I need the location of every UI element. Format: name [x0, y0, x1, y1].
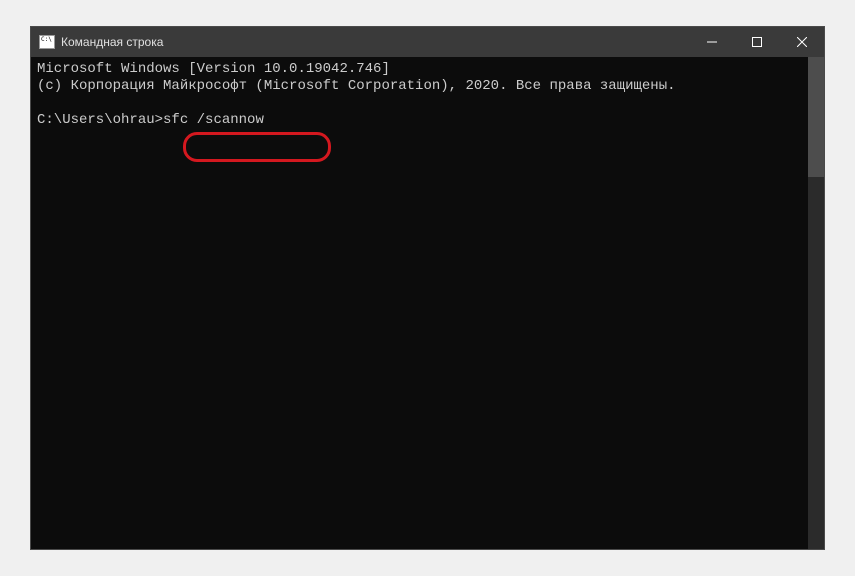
terminal-output[interactable]: Microsoft Windows [Version 10.0.19042.74…	[31, 57, 808, 549]
titlebar[interactable]: Командная строка	[31, 27, 824, 57]
copyright-line: (c) Корпорация Майкрософт (Microsoft Cor…	[37, 78, 676, 94]
vertical-scrollbar[interactable]	[808, 57, 824, 549]
cmd-icon	[39, 35, 55, 49]
version-line: Microsoft Windows [Version 10.0.19042.74…	[37, 61, 390, 77]
typed-command: sfc /scannow	[163, 112, 264, 128]
minimize-button[interactable]	[689, 27, 734, 57]
prompt: C:\Users\ohrau>	[37, 112, 163, 128]
maximize-button[interactable]	[734, 27, 779, 57]
terminal-area: Microsoft Windows [Version 10.0.19042.74…	[31, 57, 824, 549]
window-title: Командная строка	[61, 35, 689, 49]
scrollbar-thumb[interactable]	[808, 57, 824, 177]
window-controls	[689, 27, 824, 57]
command-prompt-window: Командная строка Microsoft Windows [Vers…	[30, 26, 825, 550]
close-button[interactable]	[779, 27, 824, 57]
